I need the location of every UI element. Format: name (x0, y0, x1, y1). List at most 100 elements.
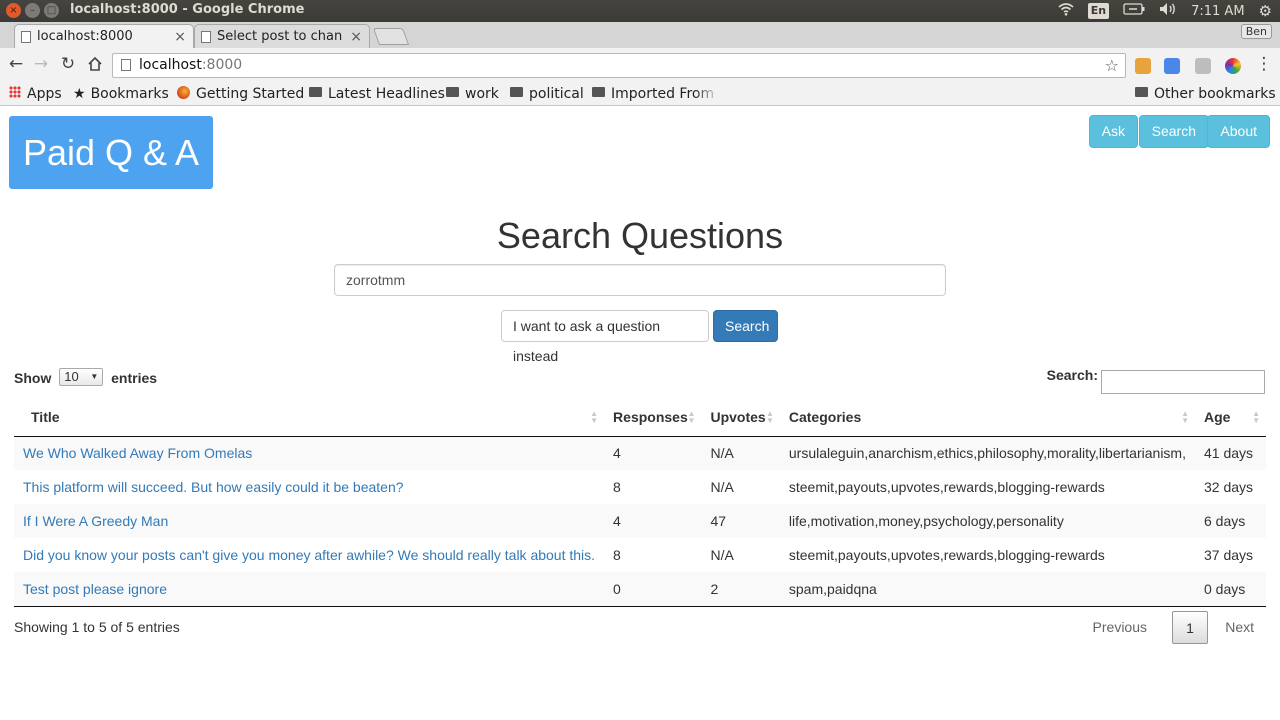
upvotes-cell: N/A (710, 547, 734, 563)
bookmark-getting-started[interactable]: Getting Started (177, 84, 304, 104)
age-cell: 0 days (1194, 572, 1266, 607)
table-filter: Search: (1046, 366, 1265, 394)
table-row: Test post please ignore 0 2 spam,paidqna… (14, 572, 1266, 607)
site-logo[interactable]: Paid Q & A (9, 116, 213, 189)
apps-grid-icon (9, 86, 21, 98)
table-info: Showing 1 to 5 of 5 entries (14, 619, 180, 635)
table-row: This platform will succeed. But how easi… (14, 470, 1266, 504)
page-info-icon[interactable] (121, 59, 131, 71)
table-filter-input[interactable] (1101, 370, 1265, 394)
tab-label: localhost:8000 (37, 29, 133, 44)
upvotes-cell: N/A (701, 436, 780, 470)
length-suffix: entries (111, 370, 158, 386)
home-icon[interactable] (85, 54, 105, 74)
search-submit-button[interactable]: Search (713, 310, 778, 342)
questions-table: Title ▲ ▼ Responses ▲ ▼ Upvotes ▲ ▼ Categories… (14, 399, 1266, 607)
table-row: Did you know your posts can't give you m… (14, 538, 1266, 572)
responses-cell: 4 (604, 436, 702, 470)
extension-color-icon[interactable] (1225, 58, 1241, 74)
sort-arrows-icon: ▲ ▼ (687, 409, 696, 425)
battery-icon[interactable] (1123, 3, 1145, 19)
responses-cell: 0 (604, 572, 702, 607)
settings-gear-icon[interactable]: ⚙ (1259, 2, 1272, 20)
column-header-responses[interactable]: Responses ▲ ▼ (604, 399, 702, 437)
bookmark-bookmarks[interactable]: ★ Bookmarks (73, 84, 169, 104)
bookmark-apps[interactable]: Apps (9, 84, 62, 104)
question-title-link[interactable]: We Who Walked Away From Omelas (23, 445, 252, 461)
column-header-title[interactable]: Title ▲ ▼ (14, 399, 605, 437)
reload-icon[interactable]: ↻ (58, 54, 78, 74)
search-query-input[interactable] (334, 264, 946, 296)
folder-icon (592, 87, 605, 97)
pagination-next[interactable]: Next (1213, 611, 1266, 644)
bookmark-folder-political[interactable]: political (510, 84, 584, 104)
forward-arrow-icon[interactable]: → (31, 54, 51, 74)
extension-bookmarks-icon[interactable] (1135, 58, 1151, 74)
ask-question-instead-button[interactable]: I want to ask a question instead (501, 310, 709, 364)
folder-icon (446, 87, 459, 97)
bookmark-latest-headlines[interactable]: Latest Headlines (309, 84, 445, 104)
tab-select-post[interactable]: Select post to chan × (194, 24, 370, 48)
profile-button[interactable]: Ben (1240, 24, 1272, 39)
extension-translate-icon[interactable] (1164, 58, 1180, 74)
star-icon: ★ (73, 86, 86, 102)
table-header-row: Title ▲ ▼ Responses ▲ ▼ Upvotes ▲ ▼ Categories… (14, 399, 1266, 437)
chrome-menu-icon[interactable]: ⋮ (1254, 54, 1274, 74)
clock[interactable]: 7:11 AM (1191, 4, 1244, 19)
categories-cell: steemit,payouts,upvotes,rewards,blogging… (788, 479, 1105, 495)
categories-cell: steemit,payouts,upvotes,rewards,blogging… (788, 547, 1105, 563)
upvotes-cell: 2 (701, 572, 780, 607)
age-cell: 37 days (1203, 547, 1254, 563)
table-row: We Who Walked Away From Omelas 4 N/A urs… (14, 436, 1266, 470)
column-header-age[interactable]: Age ▲ ▼ (1194, 399, 1266, 437)
bookmark-folder-imported[interactable]: Imported From Fi (592, 84, 720, 104)
upvotes-cell: N/A (710, 479, 734, 495)
column-header-categories[interactable]: Categories ▲ ▼ (779, 399, 1195, 437)
window-close-button[interactable]: × (6, 3, 21, 18)
page-title: Search Questions (496, 215, 784, 256)
sort-arrows-icon: ▲ ▼ (765, 409, 774, 425)
entries-length-control: Show 10 ▼ entries (14, 368, 158, 388)
tab-localhost[interactable]: localhost:8000 × (14, 24, 194, 48)
question-title-link[interactable]: Test post please ignore (23, 581, 167, 597)
extension-grey-icon[interactable] (1195, 58, 1211, 74)
bookmark-folder-work[interactable]: work (446, 84, 499, 104)
new-tab-button[interactable] (372, 28, 410, 45)
table-row: If I Were A Greedy Man 4 47 life,motivat… (14, 504, 1266, 538)
bookmark-other-bookmarks[interactable]: Other bookmarks (1135, 84, 1276, 104)
column-header-upvotes[interactable]: Upvotes ▲ ▼ (701, 399, 780, 437)
tab-close-icon[interactable]: × (350, 25, 362, 48)
wifi-icon[interactable] (1058, 2, 1074, 20)
entries-per-page-select[interactable]: 10 ▼ (59, 368, 104, 387)
sort-arrows-icon: ▲ ▼ (1252, 409, 1260, 425)
input-method-indicator[interactable]: En (1087, 3, 1110, 19)
question-title-link[interactable]: This platform will succeed. But how easi… (23, 479, 404, 495)
nav-search-button[interactable]: Search (1138, 115, 1209, 148)
bookmark-star-icon[interactable]: ☆ (1105, 54, 1119, 77)
address-bar[interactable]: localhost:8000 ☆ (112, 53, 1126, 78)
categories-cell: spam,paidqna (779, 572, 1195, 607)
tab-strip: localhost:8000 × Select post to chan × (0, 22, 1280, 48)
tab-label: Select post to chan (217, 29, 343, 44)
nav-ask-button[interactable]: Ask (1088, 115, 1138, 148)
bookmarks-bar: Apps ★ Bookmarks Getting Started Latest H… (0, 82, 1280, 106)
responses-cell: 4 (604, 504, 702, 538)
window-minimize-button[interactable]: – (25, 3, 40, 18)
volume-icon[interactable] (1159, 2, 1177, 20)
filter-label: Search: (1046, 366, 1098, 383)
url-host: localhost (139, 57, 202, 73)
question-title-link[interactable]: If I Were A Greedy Man (23, 513, 168, 529)
pagination-page-1[interactable]: 1 (1172, 611, 1208, 644)
window-maximize-button[interactable]: □ (44, 3, 59, 18)
length-prefix: Show (14, 370, 52, 386)
question-title-link[interactable]: Did you know your posts can't give you m… (23, 547, 595, 563)
window-title: localhost:8000 - Google Chrome (70, 2, 305, 17)
responses-cell: 8 (613, 479, 621, 495)
nav-about-button[interactable]: About (1207, 115, 1270, 148)
back-arrow-icon[interactable]: ← (6, 54, 26, 74)
pagination-previous[interactable]: Previous (1081, 611, 1159, 644)
age-cell: 32 days (1203, 479, 1254, 495)
tab-close-icon[interactable]: × (174, 25, 186, 48)
firefox-icon (177, 85, 190, 99)
page-icon (201, 31, 211, 43)
